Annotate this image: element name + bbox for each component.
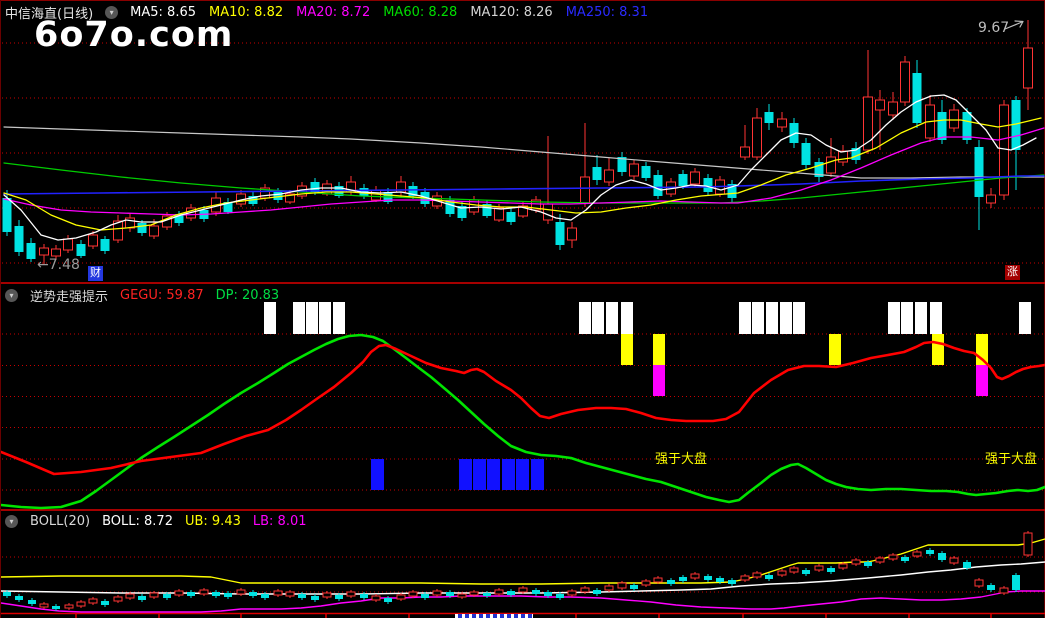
rise-badge[interactable]: 涨 xyxy=(1005,265,1020,280)
ma-label: MA250: 8.31 xyxy=(565,5,649,20)
finance-info-badge[interactable]: 财 xyxy=(88,266,103,281)
boll-title: BOLL(20) xyxy=(30,514,91,529)
boll-value: BOLL: 8.72 xyxy=(102,514,173,529)
stronger-than-market-label: 强于大盘 xyxy=(655,452,708,467)
ma-label: MA60: 8.28 xyxy=(383,5,458,20)
boll-panel-header: ▾ BOLL(20) BOLL: 8.72 UB: 9.43 LB: 8.01 xyxy=(5,514,307,529)
collapse-boll-panel-icon[interactable]: ▾ xyxy=(5,515,18,528)
selected-date-strip[interactable] xyxy=(455,614,533,618)
indicator-title: 逆势走强提示 xyxy=(30,290,109,305)
price-low-label: ←7.48 xyxy=(37,257,80,273)
lb-value: LB: 8.01 xyxy=(252,514,307,529)
dp-value: DP: 20.83 xyxy=(215,288,280,303)
ma-label: MA120: 8.26 xyxy=(470,5,553,20)
ma-label: MA20: 8.72 xyxy=(296,5,371,20)
price-high-label: 9.67 xyxy=(978,20,1010,36)
ub-value: UB: 9.43 xyxy=(184,514,241,529)
stronger-than-market-label: 强于大盘 xyxy=(985,452,1038,467)
collapse-indicator-panel-icon[interactable]: ▾ xyxy=(5,289,18,302)
watermark: 6o7o.com xyxy=(34,15,234,55)
gegu-value: GEGU: 59.87 xyxy=(120,288,204,303)
indicator-panel-header: ▾ 逆势走强提示 GEGU: 59.87 DP: 20.83 xyxy=(5,286,279,305)
